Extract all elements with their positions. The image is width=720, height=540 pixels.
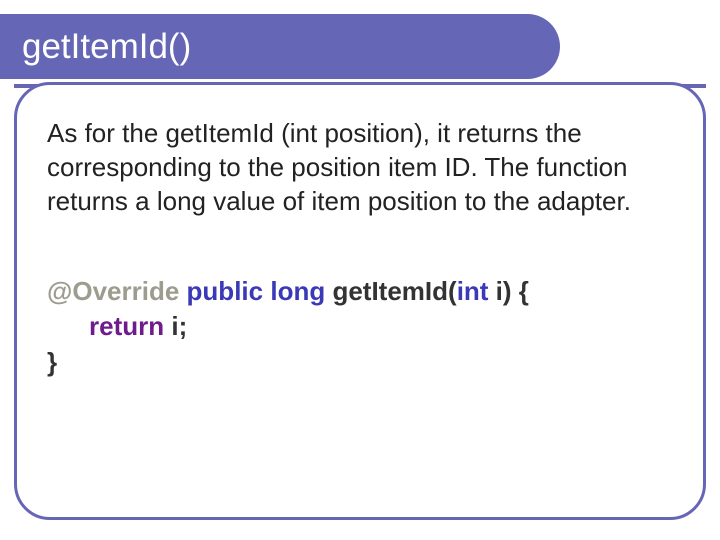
annotation-override: @Override xyxy=(47,276,179,306)
keyword-public: public xyxy=(187,276,264,306)
keyword-long: long xyxy=(270,276,325,306)
function-name: getItemId( xyxy=(332,276,456,306)
content-frame: As for the getItemId (int position), it … xyxy=(14,82,706,520)
slide-title: getItemId() xyxy=(22,27,191,67)
code-line-2: return i; xyxy=(47,309,673,344)
description-text: As for the getItemId (int position), it … xyxy=(47,117,673,218)
close-brace: } xyxy=(47,347,57,377)
keyword-return: return xyxy=(89,311,164,341)
return-stmt: i; xyxy=(164,311,187,341)
code-line-1: @Override public long getItemId(int i) { xyxy=(47,274,673,309)
slide-header: getItemId() xyxy=(0,14,560,79)
code-block: @Override public long getItemId(int i) {… xyxy=(47,274,673,379)
code-line-3: } xyxy=(47,345,673,380)
keyword-int: int xyxy=(457,276,489,306)
param-close: i) { xyxy=(488,276,528,306)
